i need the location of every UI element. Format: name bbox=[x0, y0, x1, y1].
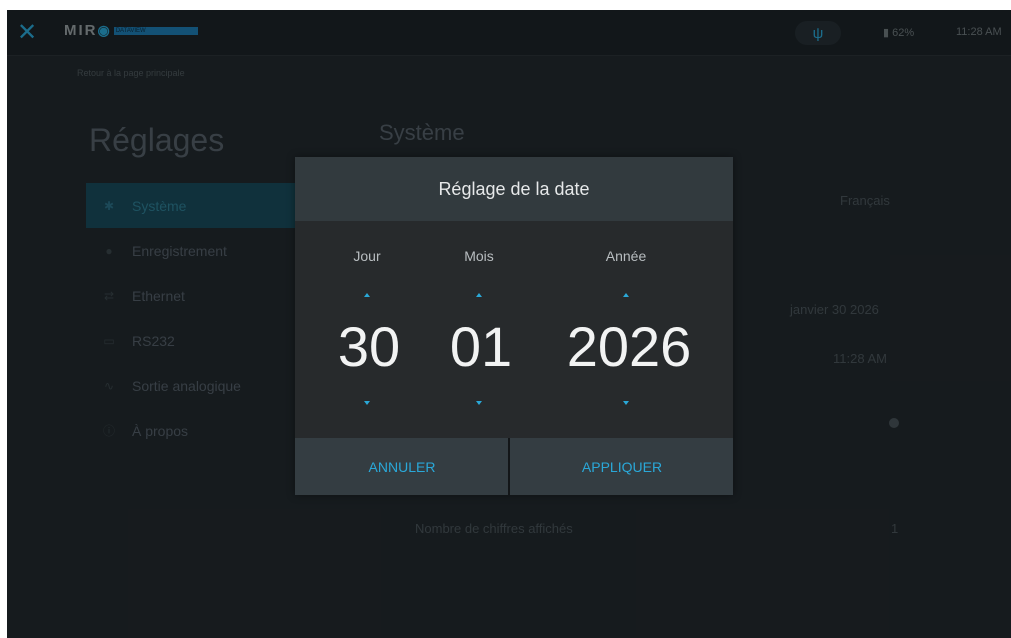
year-decrement-icon[interactable] bbox=[623, 401, 629, 405]
day-decrement-icon[interactable] bbox=[364, 401, 370, 405]
date-dialog: Réglage de la date Jour Mois Année 30 01… bbox=[295, 157, 733, 495]
month-increment-icon[interactable] bbox=[476, 293, 482, 297]
month-value[interactable]: 01 bbox=[450, 317, 512, 377]
year-label: Année bbox=[605, 248, 647, 264]
dialog-title: Réglage de la date bbox=[295, 157, 733, 221]
button-divider bbox=[508, 438, 510, 495]
day-increment-icon[interactable] bbox=[364, 293, 370, 297]
month-decrement-icon[interactable] bbox=[476, 401, 482, 405]
year-value[interactable]: 2026 bbox=[567, 317, 692, 377]
year-increment-icon[interactable] bbox=[623, 293, 629, 297]
apply-button[interactable]: APPLIQUER bbox=[511, 438, 733, 495]
day-value[interactable]: 30 bbox=[338, 317, 400, 377]
month-label: Mois bbox=[464, 248, 494, 264]
day-label: Jour bbox=[353, 248, 381, 264]
app-screen: ✕ MIR ◉ DATAVIEW ψ ▮ 62% 11:28 AM Retour… bbox=[7, 10, 1011, 638]
dialog-buttons: ANNULER APPLIQUER bbox=[295, 438, 733, 495]
cancel-button[interactable]: ANNULER bbox=[295, 438, 509, 495]
